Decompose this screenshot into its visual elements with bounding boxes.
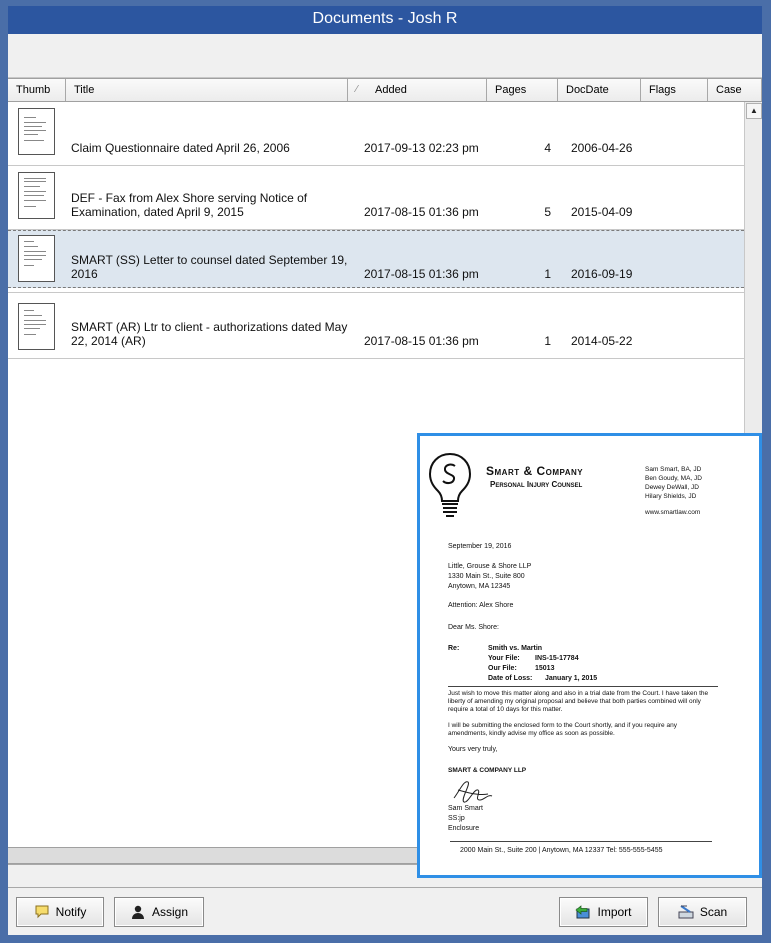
grid-header: Thumb Title ⁄ Added Pages DocDate Flags … [8,78,762,102]
row-added: 2017-08-15 01:36 pm [364,334,479,348]
attention-line: Attention: Alex Shore [448,602,514,609]
lightbulb-logo-icon [428,452,472,517]
recipient-line: Anytown, MA 12345 [448,583,511,590]
row-pages: 1 [544,267,551,281]
row-title: Claim Questionnaire dated April 26, 2006 [71,141,290,155]
row-title: DEF - Fax from Alex Shore serving Notice… [71,191,308,219]
your-file-value: INS-15-17784 [535,655,579,662]
recipient-line: Little, Grouse & Shore LLP [448,563,532,570]
window-title: Documents - Josh R [8,6,762,34]
document-thumbnail[interactable] [18,303,55,350]
signer-name: Sam Smart [448,805,484,812]
speech-bubble-icon [34,904,50,920]
arrow-up-icon[interactable]: ▲ [746,103,762,119]
table-row[interactable]: DEF - Fax from Alex Shore serving Notice… [8,166,744,230]
our-file-label: Our File: [488,665,517,672]
column-header-added-label: Added [375,84,407,96]
notify-label: Notify [55,905,87,919]
initials: SS:jp [448,815,465,822]
partner-name: Ben Goudy, MA, JD [645,475,702,482]
notify-button[interactable]: Notify [16,897,104,927]
import-button[interactable]: Import [559,897,648,927]
import-icon [575,904,591,920]
person-icon [130,904,146,920]
row-docdate: 2006-04-26 [571,141,633,155]
document-thumbnail[interactable] [18,108,55,155]
row-added: 2017-08-15 01:36 pm [364,205,479,219]
column-header-case[interactable]: Case [708,79,762,101]
column-header-docdate[interactable]: DocDate [558,79,641,101]
closing: Yours very truly, [448,746,498,753]
row-added: 2017-08-15 01:36 pm [364,267,479,281]
letter-footer: 2000 Main St., Suite 200 | Anytown, MA 1… [460,847,663,854]
partner-name: Hilary Shields, JD [645,493,697,500]
date-of-loss-value: January 1, 2015 [545,675,598,682]
document-thumbnail[interactable] [18,235,55,282]
row-title: SMART (AR) Ltr to client - authorization… [71,320,348,348]
firm-website: www.smartlaw.com [645,509,701,516]
row-title: SMART (SS) Letter to counsel dated Septe… [71,253,348,281]
recipient-line: 1330 Main St., Suite 800 [448,573,525,580]
row-pages: 4 [544,141,551,155]
date-of-loss-label: Date of Loss: [488,675,533,682]
partner-name: Sam Smart, BA, JD [645,466,702,473]
letter-paragraph: I will be submitting the enclosed form t… [448,722,677,737]
re-label: Re: [448,645,460,652]
column-header-flags[interactable]: Flags [641,79,708,101]
assign-button[interactable]: Assign [114,897,204,927]
letter-paragraph: Just wish to move this matter along and … [448,690,709,713]
scan-label: Scan [699,905,728,919]
document-thumbnail[interactable] [18,172,55,219]
column-header-title[interactable]: Title [66,79,348,101]
row-pages: 5 [544,205,551,219]
your-file-label: Your File: [488,655,520,662]
table-row[interactable]: SMART (AR) Ltr to client - authorization… [8,292,744,359]
toolbar [8,34,762,78]
letter-date: September 19, 2016 [448,543,512,550]
row-added: 2017-09-13 02:23 pm [364,141,479,155]
assign-label: Assign [151,905,189,919]
firm-name: Smart & Company [486,464,584,478]
enclosure: Enclosure [448,825,480,832]
row-pages: 1 [544,334,551,348]
sort-indicator-icon: ⁄ [356,84,358,95]
scan-button[interactable]: Scan [658,897,747,927]
scanner-icon [678,904,694,920]
partner-name: Dewey DeWall, JD [645,484,699,491]
column-header-added[interactable]: ⁄ Added [348,79,487,101]
table-row-selected[interactable]: SMART (SS) Letter to counsel dated Septe… [8,230,744,288]
divider [448,686,718,687]
button-bar: Notify Assign Import Scan [8,888,762,935]
our-file-value: 15013 [535,665,555,672]
column-header-pages[interactable]: Pages [487,79,558,101]
column-header-thumb[interactable]: Thumb [8,79,66,101]
signature-icon [453,781,493,803]
firm-subtitle: Personal Injury Counsel [490,480,583,489]
row-docdate: 2014-05-22 [571,334,633,348]
footer-divider [450,841,712,842]
re-case: Smith vs. Martin [488,645,543,652]
document-preview: Smart & Company Personal Injury Counsel … [417,433,762,878]
table-row[interactable]: Claim Questionnaire dated April 26, 2006… [8,102,744,166]
firm-llp: SMART & COMPANY LLP [448,767,527,774]
salutation: Dear Ms. Shore: [448,624,499,631]
row-docdate: 2015-04-09 [571,205,633,219]
row-docdate: 2016-09-19 [571,267,633,281]
import-label: Import [597,905,632,919]
